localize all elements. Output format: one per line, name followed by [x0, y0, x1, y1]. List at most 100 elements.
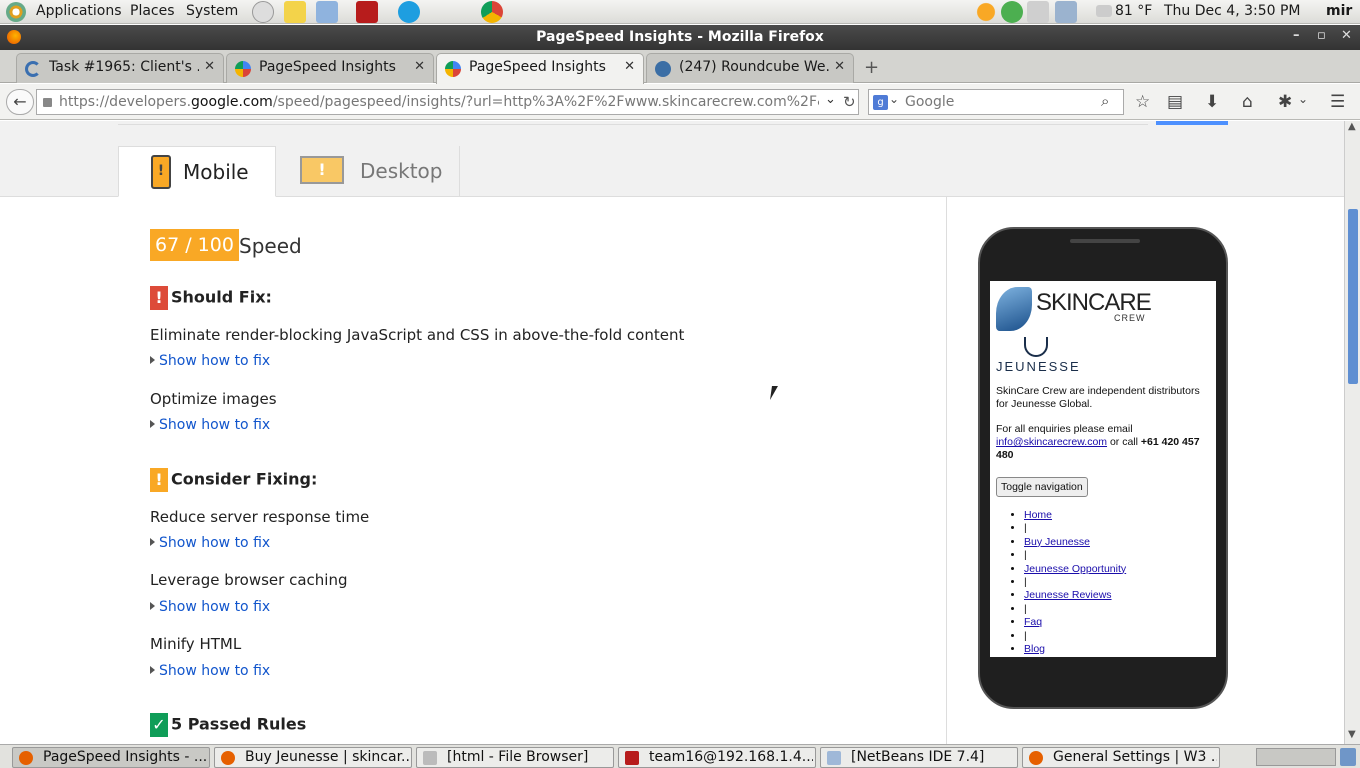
weather-temp[interactable]: 81 °F — [1115, 3, 1152, 19]
show-how-to-fix-link[interactable]: Show how to fix — [150, 535, 270, 551]
passed-check-icon: ✓ — [150, 713, 168, 737]
back-button[interactable]: ← — [6, 89, 34, 115]
rule-browser-caching: Leverage browser caching — [150, 571, 348, 589]
intro-text: SkinCare Crew are independent distributo… — [996, 385, 1200, 410]
enquiry-text: For all enquiries please email info@skin… — [996, 423, 1200, 461]
header-strip — [0, 121, 1344, 146]
tab-label: (247) Roundcube We... — [679, 59, 829, 75]
show-how-to-fix-link[interactable]: Show how to fix — [150, 417, 270, 433]
skype-launcher-icon[interactable] — [398, 1, 420, 23]
folder-icon — [423, 751, 437, 765]
list-item[interactable]: Buy Jeunesse — [1024, 536, 1126, 549]
tab-desktop[interactable]: ! Desktop — [276, 146, 460, 197]
network-icon[interactable] — [1055, 1, 1077, 23]
scroll-up-icon[interactable]: ▲ — [1348, 121, 1356, 132]
weather-cloud-icon — [1096, 5, 1112, 17]
scroll-down-icon[interactable]: ▼ — [1348, 729, 1356, 740]
clock-launcher-icon[interactable] — [252, 1, 274, 23]
list-item: | — [1024, 522, 1126, 535]
taskbar-item[interactable]: Buy Jeunesse | skincar... — [214, 747, 412, 768]
bookmark-star-icon[interactable]: ☆ — [1135, 92, 1150, 112]
jeunesse-emblem-icon — [1024, 337, 1048, 357]
addon-dropdown-icon[interactable]: ⌄ — [1298, 92, 1308, 106]
device-tabs: ! Mobile ! Desktop — [0, 146, 1344, 197]
close-tab-icon[interactable]: ✕ — [204, 59, 215, 74]
update-check-icon[interactable] — [1001, 1, 1023, 23]
downloads-icon[interactable]: ⬇ — [1205, 92, 1219, 112]
clock[interactable]: Thu Dec 4, 3:50 PM — [1164, 3, 1301, 19]
logo-subtext: CREW — [1114, 313, 1146, 323]
reading-list-icon[interactable]: ▤ — [1167, 92, 1183, 112]
close-tab-icon[interactable]: ✕ — [414, 59, 425, 74]
search-engine-dropdown-icon[interactable]: ⌄ — [889, 92, 899, 106]
taskbar-item[interactable]: [NetBeans IDE 7.4] — [820, 747, 1018, 768]
menu-places[interactable]: Places — [130, 3, 175, 19]
taskbar-item[interactable]: team16@192.168.1.4... — [618, 747, 816, 768]
addon-icon[interactable]: ✱ — [1278, 92, 1292, 112]
new-tab-button[interactable]: + — [864, 57, 879, 78]
show-how-to-fix-link[interactable]: Show how to fix — [150, 599, 270, 615]
list-item[interactable]: Home — [1024, 509, 1126, 522]
tab-label: Task #1965: Client's ... — [49, 59, 199, 75]
menu-system[interactable]: System — [186, 3, 238, 19]
workspace-switcher-icon[interactable] — [1256, 748, 1336, 766]
url-text: https://developers.google.com/speed/page… — [59, 94, 819, 110]
applications-icon[interactable] — [6, 2, 26, 22]
list-item[interactable]: Blog — [1024, 643, 1126, 656]
firefox-icon — [19, 751, 33, 765]
window-title: PageSpeed Insights - Mozilla Firefox — [536, 29, 824, 45]
user-menu[interactable]: mir — [1326, 3, 1352, 19]
trash-icon[interactable] — [1340, 748, 1356, 766]
chrome-launcher-icon[interactable] — [481, 1, 503, 23]
show-how-to-fix-link[interactable]: Show how to fix — [150, 353, 270, 369]
should-fix-heading: ! Should Fix: — [150, 286, 272, 310]
preview-nav-list: Home | Buy Jeunesse | Jeunesse Opportuni… — [1010, 509, 1126, 656]
browser-tab[interactable]: (247) Roundcube We... ✕ — [646, 53, 854, 83]
binoculars-icon[interactable]: ⌕ — [1101, 92, 1109, 110]
email-link[interactable]: info@skincarecrew.com — [996, 436, 1107, 448]
scrollbar-thumb[interactable] — [1348, 209, 1358, 384]
passed-rules-heading[interactable]: ✓ 5 Passed Rules — [150, 713, 306, 737]
close-tab-icon[interactable]: ✕ — [834, 59, 845, 74]
toggle-navigation-button[interactable]: Toggle navigation — [996, 477, 1088, 497]
url-dropdown-icon[interactable]: ⌄ — [825, 92, 836, 107]
search-bar[interactable]: g ⌄ Google ⌕ — [868, 89, 1124, 115]
files-launcher-icon[interactable] — [316, 1, 338, 23]
weather-sun-icon[interactable] — [975, 1, 997, 23]
reload-icon[interactable]: ↻ — [843, 93, 856, 111]
close-window-button[interactable]: ✕ — [1341, 28, 1352, 43]
list-item[interactable]: Faq — [1024, 616, 1126, 629]
window-titlebar: PageSpeed Insights - Mozilla Firefox – ▫… — [0, 25, 1360, 50]
google-search-engine-icon[interactable]: g — [873, 95, 888, 110]
url-bar[interactable]: https://developers.google.com/speed/page… — [36, 89, 859, 115]
hamburger-menu-icon[interactable]: ☰ — [1330, 92, 1345, 112]
minimize-button[interactable]: – — [1293, 28, 1300, 43]
search-input[interactable]: Google — [905, 94, 954, 110]
rule-render-blocking: Eliminate render-blocking JavaScript and… — [150, 326, 685, 344]
close-tab-icon[interactable]: ✕ — [624, 59, 635, 74]
pagespeed-icon — [445, 61, 461, 77]
browser-tab[interactable]: Task #1965: Client's ... ✕ — [16, 53, 224, 83]
taskbar-item[interactable]: [html - File Browser] — [416, 747, 614, 768]
analyze-button-edge[interactable] — [1156, 121, 1228, 125]
maximize-button[interactable]: ▫ — [1317, 28, 1326, 43]
filezilla-launcher-icon[interactable] — [356, 1, 378, 23]
mobile-preview-phone: SKINCARE CREW JEUNESSE SkinCare Crew are… — [978, 227, 1228, 709]
taskbar-item[interactable]: PageSpeed Insights - ... — [12, 747, 210, 768]
page-content: ! Mobile ! Desktop 67 / 100 Speed ! Shoul… — [0, 121, 1344, 744]
browser-tab[interactable]: PageSpeed Insights ✕ — [226, 53, 434, 83]
notes-launcher-icon[interactable] — [284, 1, 306, 23]
rule-optimize-images: Optimize images — [150, 390, 277, 408]
show-how-to-fix-link[interactable]: Show how to fix — [150, 663, 270, 679]
volume-icon[interactable] — [1027, 1, 1049, 23]
list-item[interactable]: Jeunesse Opportunity — [1024, 563, 1126, 576]
taskbar-item[interactable]: General Settings | W3 ... — [1022, 747, 1220, 768]
browser-tab-active[interactable]: PageSpeed Insights ✕ — [436, 53, 644, 84]
tab-mobile[interactable]: ! Mobile — [118, 146, 276, 197]
firefox-icon — [1029, 751, 1043, 765]
tab-desktop-label: Desktop — [360, 159, 443, 183]
home-icon[interactable]: ⌂ — [1242, 92, 1253, 112]
page-scrollbar[interactable]: ▲ ▼ — [1344, 121, 1360, 744]
menu-applications[interactable]: Applications — [36, 3, 122, 19]
list-item[interactable]: Jeunesse Reviews — [1024, 589, 1126, 602]
